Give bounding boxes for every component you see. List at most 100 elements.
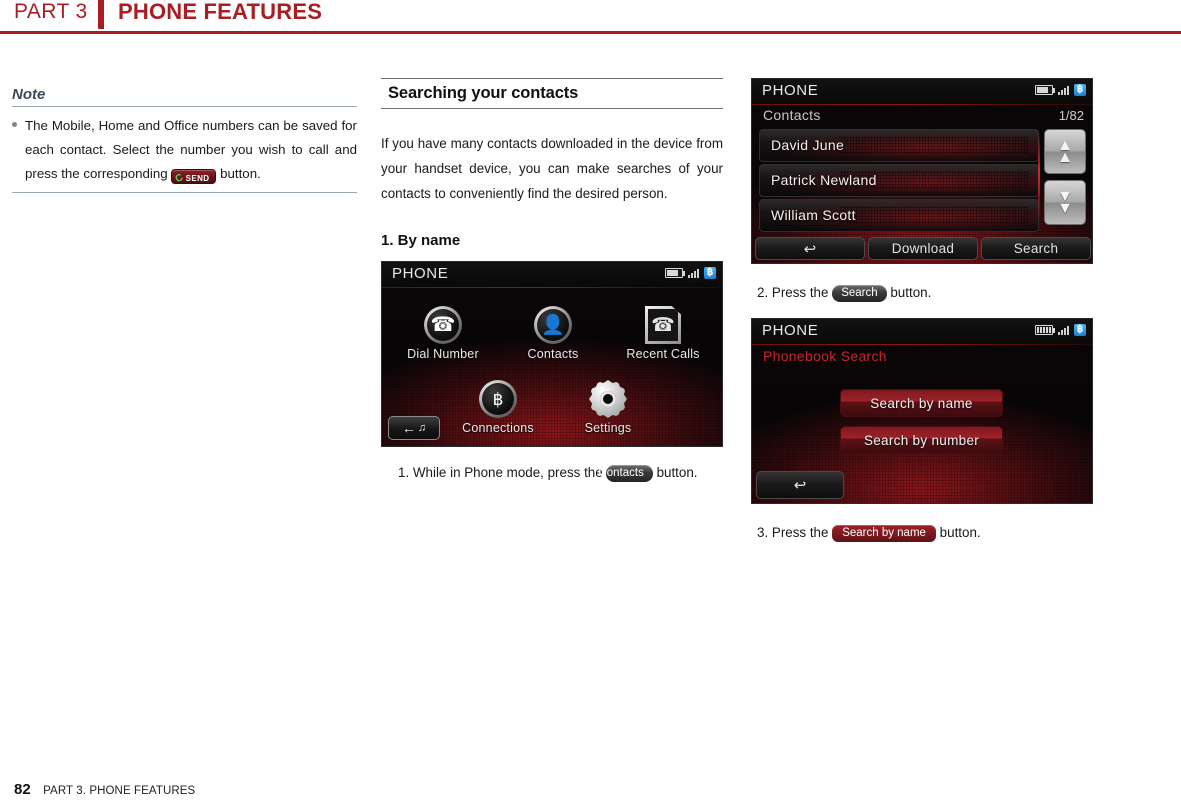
battery-icon — [1035, 85, 1055, 95]
download-button[interactable]: Download — [868, 237, 978, 260]
signal-icon — [1058, 85, 1069, 95]
phonebook-search-screen[interactable]: PHONE ฿ Phonebook Search Search by name … — [751, 318, 1093, 504]
screen-topbar: PHONE ฿ — [752, 79, 1092, 104]
page-footer: 82 PART 3. PHONE FEATURES — [14, 781, 195, 799]
search-by-name-pill-button[interactable]: Search by name — [832, 525, 936, 542]
search-button[interactable]: Search — [981, 237, 1091, 260]
contact-name: William Scott — [771, 207, 856, 223]
app-label: Dial Number — [407, 347, 479, 361]
contact-name: David June — [771, 137, 845, 153]
screen-title: PHONE — [762, 82, 819, 99]
section-paragraph: If you have many contacts downloaded in … — [381, 136, 723, 201]
status-icons: ฿ — [1035, 324, 1086, 336]
caption-step-3: 3. Press the Search by name button. — [751, 521, 1093, 544]
list-item[interactable]: David June — [759, 129, 1039, 162]
row-texture — [840, 206, 1028, 224]
contact-name: Patrick Newland — [771, 172, 877, 188]
search-by-name-button[interactable]: Search by name — [840, 389, 1003, 417]
step-heading-by-name: 1. By name — [381, 232, 461, 249]
caption-text-post: button. — [656, 465, 698, 480]
note-block: Note The Mobile, Home and Office numbers… — [12, 86, 357, 193]
music-note-icon: ♫ — [417, 421, 427, 434]
app-contacts[interactable]: 👤 Contacts — [498, 306, 608, 361]
chevron-down-icon: ▼ — [1057, 199, 1073, 217]
caption-text-post: button. — [890, 285, 932, 300]
note-bullet-icon — [12, 122, 17, 127]
screen-topbar: PHONE ฿ — [752, 319, 1092, 344]
chevron-up-icon-2: ▲ — [1057, 148, 1073, 166]
back-arrow-icon: ← — [401, 420, 416, 436]
contacts-pill-button[interactable]: Contacts — [598, 465, 653, 482]
signal-icon — [1058, 325, 1069, 335]
connections-bluetooth-icon: ฿ — [479, 380, 517, 418]
column-three: PHONE ฿ Contacts 1/82 David June Patrick… — [751, 78, 1093, 544]
header-part-label: PART 3 — [14, 0, 88, 23]
bluetooth-icon: ฿ — [1074, 324, 1086, 336]
recent-calls-icon: ☎ — [644, 306, 682, 344]
scroll-up-button[interactable]: ▲ ▲ — [1044, 129, 1086, 174]
search-pill-button[interactable]: Search — [832, 285, 887, 302]
handset-icon: C — [173, 172, 186, 186]
header-divider — [98, 0, 104, 29]
settings-gear-icon — [589, 380, 627, 418]
footer-text: PART 3. PHONE FEATURES — [43, 785, 196, 797]
page-number: 82 — [14, 781, 31, 798]
topbar-rule — [752, 344, 1092, 345]
back-button[interactable]: ↩ — [756, 471, 844, 499]
send-button-badge[interactable]: CSEND — [171, 169, 217, 186]
return-arrow-icon: ↩ — [803, 240, 817, 258]
caption-text-post: button. — [939, 525, 981, 540]
app-label: Connections — [462, 421, 534, 435]
app-label: Recent Calls — [626, 347, 700, 361]
search-by-number-button[interactable]: Search by number — [840, 426, 1003, 454]
app-settings[interactable]: Settings — [553, 380, 663, 435]
phonebook-search-subtitle: Phonebook Search — [763, 348, 887, 364]
page-title: PHONE FEATURES — [118, 0, 323, 24]
contacts-screen[interactable]: PHONE ฿ Contacts 1/82 David June Patrick… — [751, 78, 1093, 264]
note-body: The Mobile, Home and Office numbers can … — [12, 107, 357, 192]
status-icons: ฿ — [1035, 84, 1086, 96]
status-icons: ฿ — [665, 267, 716, 279]
app-label: Settings — [584, 421, 632, 435]
battery-icon — [1035, 325, 1055, 335]
caption-step-1: 1. While in Phone mode, press the Contac… — [381, 461, 723, 484]
app-dial-number[interactable]: ☎ Dial Number — [388, 306, 498, 361]
battery-icon — [665, 268, 685, 278]
note-rule-bottom — [12, 192, 357, 193]
scroll-controls: ▲ ▲ ▼ ▼ — [1044, 129, 1086, 231]
page-header: PART 3 PHONE FEATURES — [0, 0, 1181, 36]
caption-text-pre: 3. Press the — [757, 525, 829, 540]
list-item[interactable]: William Scott — [759, 199, 1039, 232]
app-recent-calls[interactable]: ☎ Recent Calls — [608, 306, 718, 361]
app-connections[interactable]: ฿ Connections — [443, 380, 553, 435]
dial-number-icon: ☎ — [424, 306, 462, 344]
back-button[interactable]: ↩ — [755, 237, 865, 260]
screen-topbar: PHONE ฿ — [382, 262, 722, 287]
contacts-list: David June Patrick Newland William Scott — [759, 129, 1039, 234]
manual-page: PART 3 PHONE FEATURES Note The Mobile, H… — [0, 0, 1181, 807]
bluetooth-icon: ฿ — [1074, 84, 1086, 96]
contacts-subheader: Contacts 1/82 — [752, 105, 1092, 129]
contacts-bottom-bar: ↩ Download Search — [752, 237, 1092, 263]
send-badge-label: SEND — [185, 174, 210, 183]
header-rule — [0, 31, 1181, 34]
contacts-counter: 1/82 — [1058, 108, 1084, 123]
screen-title: PHONE — [762, 322, 819, 339]
signal-icon — [688, 268, 699, 278]
note-text-part2: button. — [220, 166, 261, 181]
phone-home-screen[interactable]: PHONE ฿ ☎ Dial Number 👤 Contacts ☎ Recen… — [381, 261, 723, 447]
caption-text-pre: 2. Press the — [757, 285, 829, 300]
caption-step-2: 2. Press the Search button. — [751, 281, 1093, 304]
bluetooth-icon: ฿ — [704, 267, 716, 279]
list-item[interactable]: Patrick Newland — [759, 164, 1039, 197]
caption-text-pre: 1. While in Phone mode, press the — [398, 465, 603, 480]
contacts-subtitle: Contacts — [763, 107, 821, 123]
home-back-button[interactable]: ← ♫ — [388, 416, 440, 440]
app-label: Contacts — [527, 347, 579, 361]
contacts-icon: 👤 — [534, 306, 572, 344]
scroll-down-button[interactable]: ▼ ▼ — [1044, 180, 1086, 225]
note-title: Note — [12, 86, 46, 103]
screen-title: PHONE — [392, 265, 449, 282]
section-title: Searching your contacts — [388, 84, 579, 102]
note-text: The Mobile, Home and Office numbers can … — [12, 114, 357, 186]
